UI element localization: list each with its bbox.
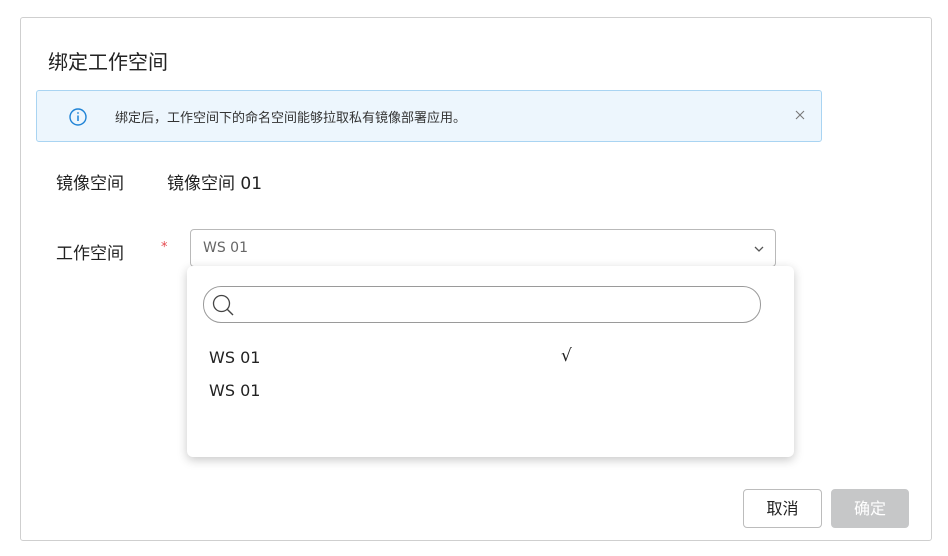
dropdown-option[interactable]: WS 01 √ xyxy=(209,346,769,374)
cancel-button[interactable]: 取消 xyxy=(743,489,822,528)
option-label: WS 01 xyxy=(209,381,261,400)
registry-value: 镜像空间 01 xyxy=(167,174,263,194)
alert-text: 绑定后，工作空间下的命名空间能够拉取私有镜像部署应用。 xyxy=(115,111,467,126)
bind-workspace-dialog: 绑定工作空间 绑定后，工作空间下的命名空间能够拉取私有镜像部署应用。 镜像空间 … xyxy=(20,17,932,541)
info-alert: 绑定后，工作空间下的命名空间能够拉取私有镜像部署应用。 xyxy=(36,90,822,142)
dropdown-option[interactable]: WS 01 xyxy=(209,381,769,407)
workspace-label: 工作空间 xyxy=(56,244,124,264)
required-marker: * xyxy=(161,240,168,255)
confirm-button[interactable]: 确定 xyxy=(831,489,909,528)
info-circle-icon xyxy=(69,108,87,126)
close-icon[interactable] xyxy=(793,108,807,122)
dialog-title: 绑定工作空间 xyxy=(48,50,168,74)
option-label: WS 01 xyxy=(209,348,261,367)
workspace-select-value: WS 01 xyxy=(203,240,248,256)
search-input[interactable] xyxy=(240,291,750,319)
search-icon xyxy=(212,294,234,316)
registry-label: 镜像空间 xyxy=(56,174,124,194)
workspace-dropdown: WS 01 √ WS 01 xyxy=(187,266,794,457)
workspace-select[interactable]: WS 01 xyxy=(190,229,776,267)
chevron-down-icon xyxy=(754,246,764,252)
checkmark-icon: √ xyxy=(561,346,572,366)
dropdown-search[interactable] xyxy=(203,286,761,323)
